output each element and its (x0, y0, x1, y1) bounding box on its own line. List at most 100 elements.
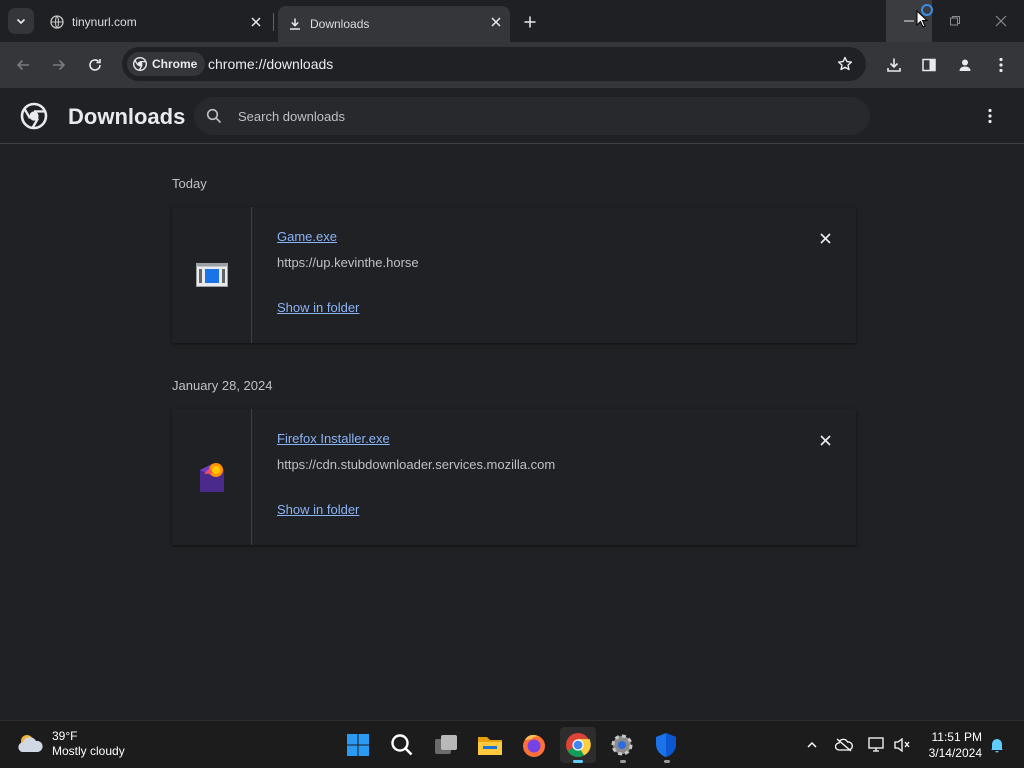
restore-icon (950, 16, 960, 26)
show-hidden-icons-button[interactable] (800, 733, 824, 757)
show-in-folder-link[interactable]: Show in folder (277, 502, 359, 517)
bookmark-button[interactable] (834, 53, 856, 75)
reload-button[interactable] (80, 50, 110, 80)
firefox-installer-icon (199, 463, 224, 492)
close-icon (819, 232, 831, 244)
tab-strip: tinynurl.com Downloads (0, 0, 1024, 42)
show-in-folder-link[interactable]: Show in folder (277, 300, 359, 315)
file-icon-container (172, 207, 252, 343)
search-input[interactable] (238, 97, 838, 135)
chevron-up-icon (807, 741, 817, 748)
star-icon (837, 56, 853, 71)
page-title: Downloads (68, 104, 186, 129)
browser-toolbar: Chrome chrome://downloads (0, 42, 1024, 88)
firefox-logo-icon (523, 734, 545, 757)
running-indicator (620, 760, 626, 763)
taskbar: 39°F Mostly cloudy 11:51 PM 3/14/2024 (0, 720, 1024, 768)
side-panel-icon (922, 58, 936, 72)
download-icon (290, 18, 300, 30)
settings-button[interactable] (604, 727, 640, 763)
chrome-menu-button[interactable] (986, 50, 1016, 80)
active-indicator (573, 760, 583, 763)
network-icon (868, 737, 884, 752)
date-heading: Today (172, 176, 207, 191)
profile-icon (959, 59, 971, 71)
tab-tinynurl[interactable]: tinynurl.com (40, 6, 270, 38)
clock-date: 3/14/2024 (928, 746, 982, 760)
folder-icon (478, 737, 502, 755)
gear-icon (611, 734, 633, 756)
notifications-button[interactable] (985, 733, 1009, 757)
profile-button[interactable] (950, 50, 980, 80)
plus-icon (524, 16, 536, 28)
tab-downloads[interactable]: Downloads (278, 6, 510, 42)
close-tab-button[interactable] (488, 14, 504, 30)
chrome-logo-icon (133, 57, 147, 71)
download-icon (887, 58, 901, 72)
onedrive-button[interactable] (832, 733, 856, 757)
close-window-button[interactable] (978, 0, 1024, 42)
firefox-button[interactable] (516, 727, 552, 763)
bell-icon (991, 739, 1003, 753)
chip-label: Chrome (152, 57, 198, 71)
globe-icon (50, 15, 64, 29)
file-source-url[interactable]: https://up.kevinthe.horse (277, 255, 419, 270)
more-vertical-icon (999, 57, 1003, 73)
weather-description: Mostly cloudy (52, 744, 125, 758)
downloads-button[interactable] (879, 50, 909, 80)
arrow-right-icon (53, 59, 66, 71)
chrome-logo-icon (566, 733, 591, 758)
address-bar[interactable]: Chrome chrome://downloads (122, 47, 866, 81)
new-tab-button[interactable] (518, 10, 542, 34)
maximize-button[interactable] (932, 0, 978, 42)
url-text[interactable]: chrome://downloads (208, 56, 333, 72)
downloads-menu-button[interactable] (978, 104, 1002, 128)
remove-item-button[interactable] (816, 229, 834, 247)
clock-time: 11:51 PM (931, 730, 982, 744)
weather-widget[interactable]: 39°F Mostly cloudy (16, 729, 125, 759)
network-button[interactable] (865, 733, 889, 757)
search-bar[interactable] (194, 97, 870, 135)
cloud-off-icon (835, 738, 853, 752)
file-source-url[interactable]: https://cdn.stubdownloader.services.mozi… (277, 457, 555, 472)
shield-icon (656, 733, 676, 757)
reload-icon (89, 59, 101, 71)
site-info-chip[interactable]: Chrome (127, 52, 206, 76)
tab-search-button[interactable] (8, 8, 34, 34)
task-view-icon (435, 735, 457, 754)
tab-title: Downloads (310, 17, 370, 31)
taskbar-search-button[interactable] (384, 727, 420, 763)
chrome-taskbar-button[interactable] (560, 727, 596, 763)
tab-divider (273, 13, 274, 31)
weather-temperature: 39°F (52, 729, 78, 743)
defender-button[interactable] (648, 727, 684, 763)
file-name-link[interactable]: Game.exe (277, 229, 337, 244)
speaker-muted-icon (894, 737, 910, 753)
close-tab-button[interactable] (248, 14, 264, 30)
forward-button[interactable] (44, 50, 74, 80)
task-view-button[interactable] (428, 727, 464, 763)
remove-item-button[interactable] (816, 431, 834, 449)
volume-button[interactable] (890, 733, 914, 757)
file-explorer-button[interactable] (472, 727, 508, 763)
close-icon (819, 434, 831, 446)
tab-title: tinynurl.com (72, 15, 137, 29)
back-button[interactable] (8, 50, 38, 80)
close-icon (491, 17, 501, 27)
file-name-link[interactable]: Firefox Installer.exe (277, 431, 390, 446)
chevron-down-icon (16, 18, 26, 25)
system-clock[interactable]: 11:51 PM 3/14/2024 (918, 729, 982, 761)
minimize-button[interactable] (886, 0, 933, 42)
start-button[interactable] (340, 727, 376, 763)
running-indicator (664, 760, 670, 763)
downloads-header: Downloads (0, 88, 1024, 144)
more-vertical-icon (988, 108, 992, 124)
chrome-logo-icon (20, 102, 48, 130)
arrow-left-icon (16, 59, 29, 71)
windows-logo-icon (347, 734, 369, 756)
side-panel-button[interactable] (914, 50, 944, 80)
close-icon (251, 17, 261, 27)
exe-window-icon (195, 263, 228, 287)
file-icon-container (172, 409, 252, 545)
cursor-icon (916, 4, 933, 28)
